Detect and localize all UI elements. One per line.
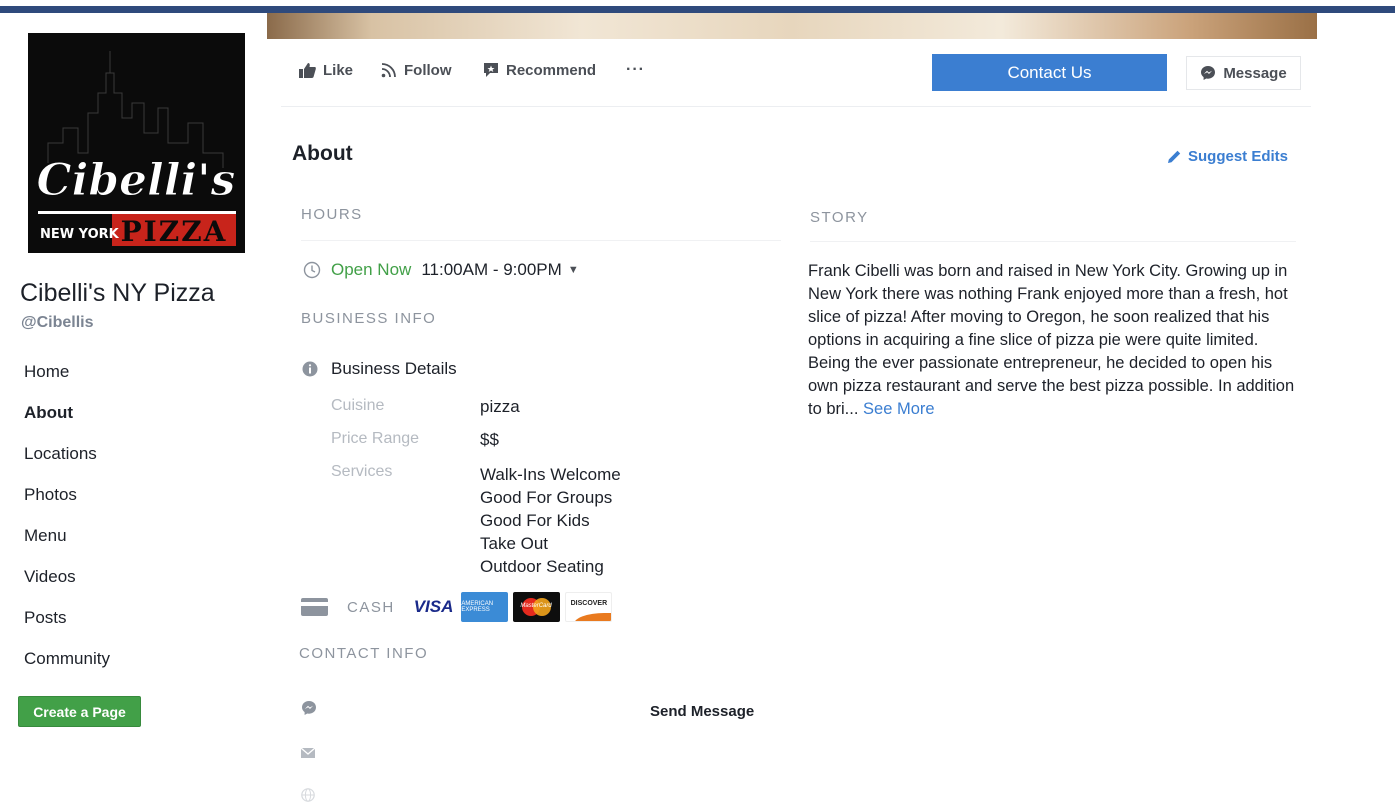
sidebar-item-videos[interactable]: Videos <box>24 565 110 606</box>
service-item: Walk-Ins Welcome <box>480 465 621 484</box>
services-list: Walk-Ins Welcome Good For Groups Good Fo… <box>480 463 621 578</box>
page-logo[interactable]: Cibelli's NEW YORK PIZZA <box>28 33 245 253</box>
chevron-down-icon[interactable]: ▼ <box>568 264 579 276</box>
price-range-value: $$ <box>480 430 499 449</box>
amex-card-icon: AMERICAN EXPRESS <box>461 592 509 622</box>
business-details-row: Business Details <box>302 359 457 379</box>
follow-button[interactable]: Follow <box>381 59 452 81</box>
messenger-icon <box>1201 66 1216 80</box>
recommend-button[interactable]: Recommend <box>483 59 596 81</box>
credit-card-icon <box>301 598 328 616</box>
story-text: Frank Cibelli was born and raised in New… <box>808 262 1295 418</box>
recommend-icon <box>484 63 498 77</box>
globe-icon <box>301 788 315 802</box>
story-heading: STORY <box>810 209 869 226</box>
sidebar-item-home[interactable]: Home <box>24 360 110 401</box>
page-name[interactable]: Cibelli's NY Pizza <box>20 279 215 308</box>
rss-icon <box>381 63 396 78</box>
logo-script-text: Cibelli's <box>37 155 236 206</box>
mastercard-label: MasterCard <box>520 603 552 609</box>
hours-row[interactable]: Open Now 11:00AM - 9:00PM ▼ <box>303 260 579 280</box>
hours-heading: HOURS <box>301 206 363 223</box>
amex-label: AMERICAN EXPRESS <box>461 601 494 613</box>
thumbs-up-icon <box>299 62 316 78</box>
hours-divider <box>301 240 781 241</box>
business-info-heading: BUSINESS INFO <box>301 310 437 327</box>
contact-email-row[interactable] <box>301 747 315 759</box>
cash-label: CASH <box>347 598 395 616</box>
story-body: Frank Cibelli was born and raised in New… <box>808 260 1303 421</box>
message-label: Message <box>1223 64 1287 82</box>
pencil-icon <box>1168 150 1181 163</box>
business-details-label: Business Details <box>331 359 457 378</box>
discover-card-icon: DISCOVER <box>565 592 613 622</box>
like-button[interactable]: Like <box>299 59 353 81</box>
recommend-label: Recommend <box>506 61 597 79</box>
follow-label: Follow <box>404 61 452 79</box>
sidebar-item-menu[interactable]: Menu <box>24 524 110 565</box>
create-page-button[interactable]: Create a Page <box>18 696 141 727</box>
envelope-icon <box>301 747 315 758</box>
clock-icon <box>303 261 321 279</box>
message-button[interactable]: Message <box>1186 56 1301 90</box>
sidebar-item-locations[interactable]: Locations <box>24 442 110 483</box>
mastercard-icon: MasterCard <box>513 592 561 622</box>
more-options-button[interactable]: ··· <box>626 59 645 81</box>
sidebar-item-community[interactable]: Community <box>24 647 110 688</box>
cuisine-value: pizza <box>480 397 520 416</box>
sidebar-item-posts[interactable]: Posts <box>24 606 110 647</box>
like-label: Like <box>323 61 354 79</box>
logo-pizza-text: PIZZA <box>121 215 228 248</box>
page-action-bar: Like Follow Recommend ··· Contact Us Mes… <box>281 47 1311 107</box>
hours-range: 11:00AM - 9:00PM <box>421 260 562 279</box>
cover-photo[interactable] <box>267 13 1317 39</box>
suggest-edits-label: Suggest Edits <box>1188 148 1289 165</box>
top-navigation-stripe <box>0 6 1395 13</box>
story-divider <box>810 241 1296 242</box>
services-label: Services <box>331 463 393 480</box>
messenger-icon <box>302 701 316 715</box>
page-handle[interactable]: @Cibellis <box>21 314 94 332</box>
contact-messenger-row[interactable] <box>301 700 317 716</box>
sidebar-navigation: Home About Locations Photos Menu Videos … <box>24 360 110 688</box>
visa-logo: VISA <box>413 597 454 616</box>
logo-city-text: NEW YORK <box>40 227 120 242</box>
info-icon <box>302 361 318 377</box>
sidebar-item-about[interactable]: About <box>24 401 110 442</box>
send-message-link[interactable]: Send Message <box>650 703 754 720</box>
contact-us-button[interactable]: Contact Us <box>932 54 1167 91</box>
cuisine-label: Cuisine <box>331 397 385 414</box>
cibellis-logo-image: Cibelli's NEW YORK PIZZA <box>28 33 245 253</box>
see-more-link[interactable]: See More <box>863 400 935 418</box>
contact-website-row[interactable] <box>301 788 315 802</box>
discover-label: DISCOVER <box>570 600 608 607</box>
price-range-label: Price Range <box>331 430 420 447</box>
service-item: Outdoor Seating <box>480 557 604 576</box>
service-item: Good For Kids <box>480 511 590 530</box>
suggest-edits-link[interactable]: Suggest Edits <box>1167 148 1288 165</box>
service-item: Good For Groups <box>480 488 613 507</box>
contact-info-heading: CONTACT INFO <box>299 645 429 662</box>
sidebar-item-photos[interactable]: Photos <box>24 483 110 524</box>
about-heading: About <box>292 142 353 165</box>
open-now-status: Open Now <box>331 260 412 279</box>
service-item: Take Out <box>480 534 549 553</box>
payment-methods: CASH VISA AMERICAN EXPRESS MasterCard DI… <box>301 592 613 622</box>
